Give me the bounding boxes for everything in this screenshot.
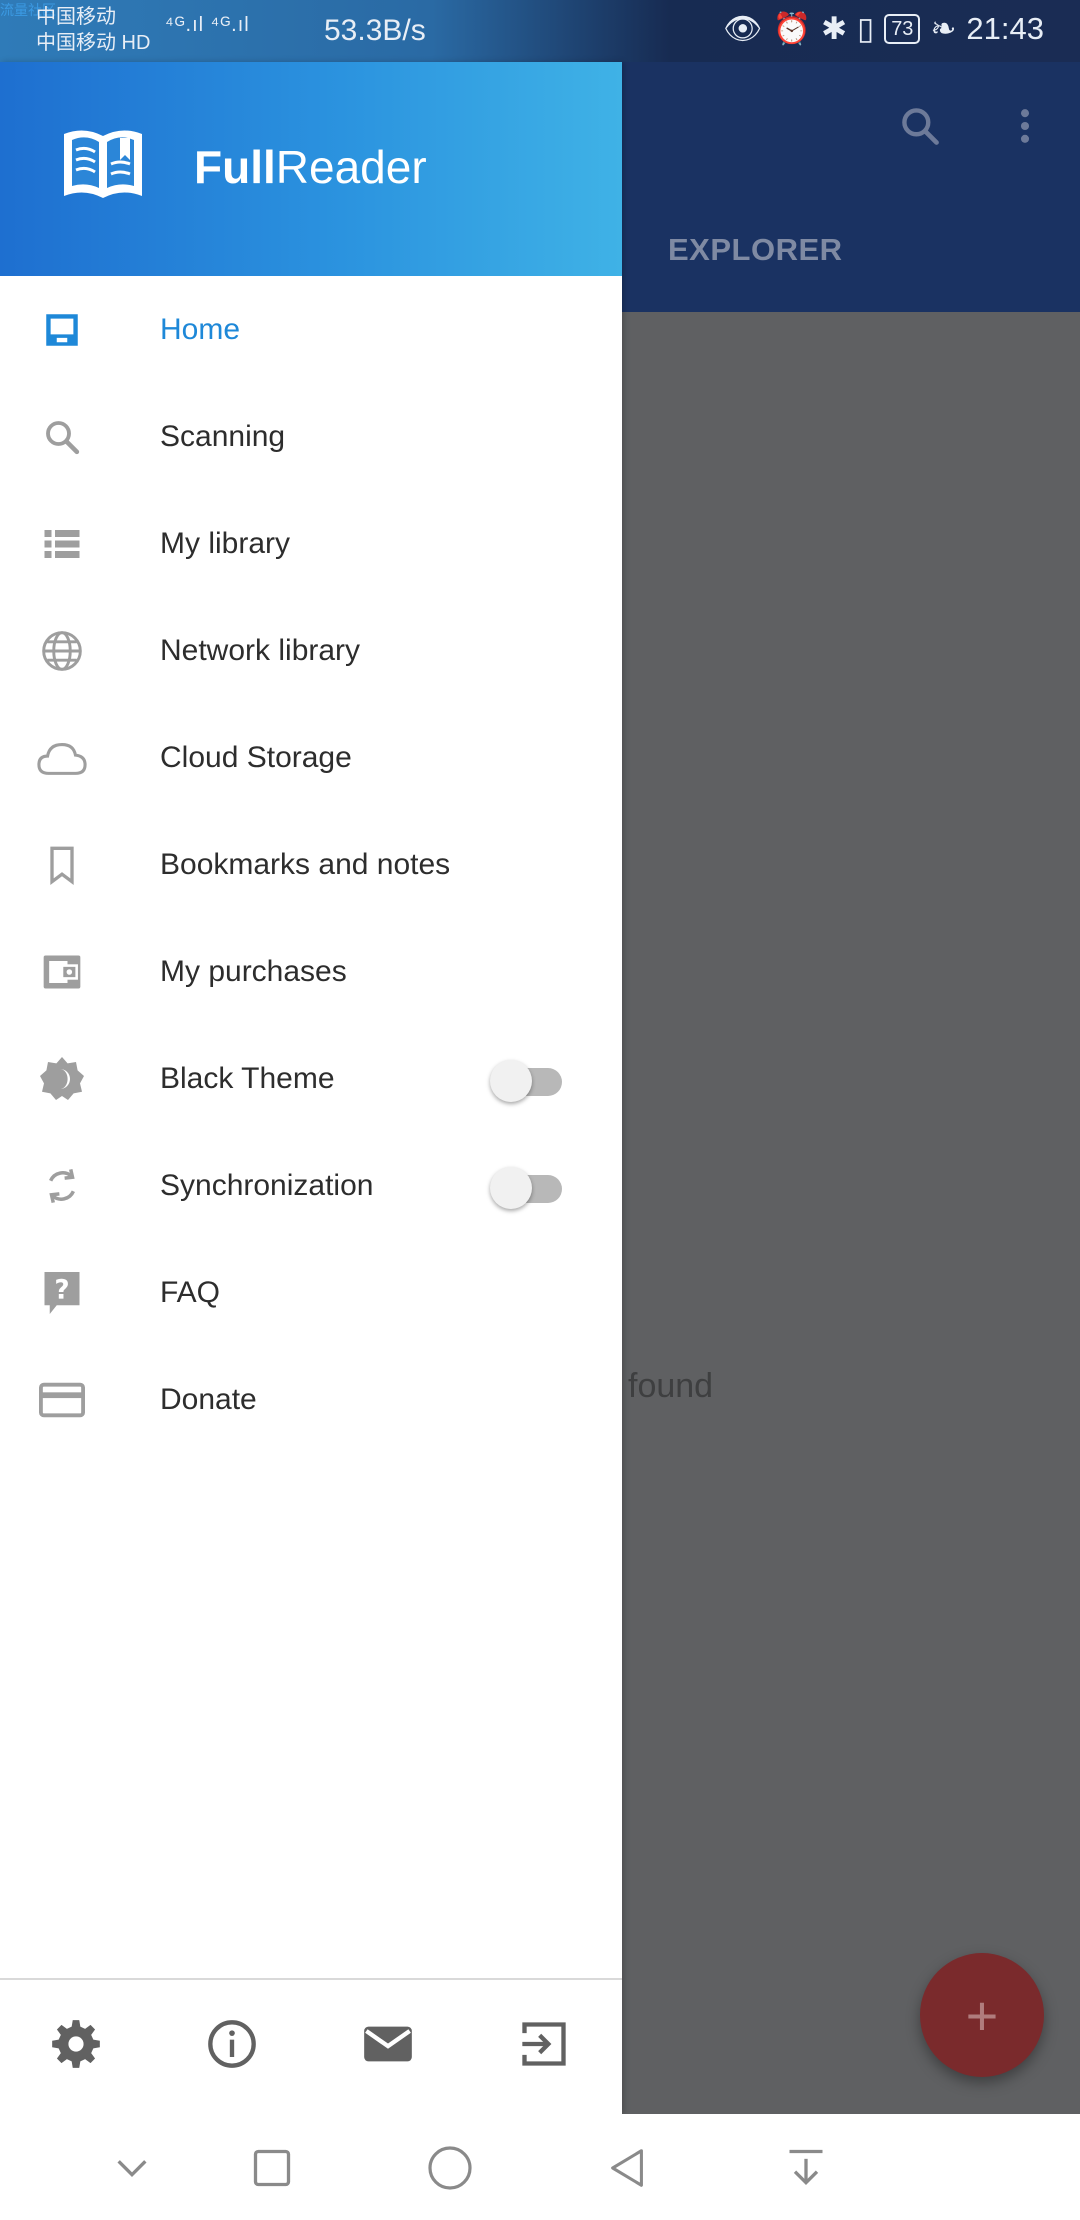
menu-label: Network library [160, 633, 361, 667]
globe-icon [36, 625, 88, 677]
menu-label: Synchronization [160, 1168, 374, 1202]
search-icon[interactable] [898, 104, 942, 148]
menu-item-black-theme[interactable]: Black Theme [0, 1025, 622, 1132]
exit-button[interactable] [514, 2014, 574, 2074]
home-icon [428, 2146, 472, 2190]
navigation-drawer: FullReader Home Scanning My library Netw… [0, 62, 622, 2114]
add-fab-button[interactable]: + [920, 1953, 1044, 2077]
exit-icon [522, 2022, 566, 2066]
menu-item-network-library[interactable]: Network library [0, 597, 622, 704]
menu-item-my-purchases[interactable]: My purchases [0, 918, 622, 1025]
alarm-icon: ⏰ [772, 11, 812, 46]
menu-label: Home [160, 312, 241, 346]
recent-apps-button[interactable] [244, 2140, 300, 2196]
leaf-icon: ❧ [930, 10, 957, 46]
book-logo-icon [64, 130, 142, 198]
cloud-icon [36, 732, 88, 784]
menu-label: My purchases [160, 954, 347, 988]
drawer-menu: Home Scanning My library Network library… [0, 276, 622, 1453]
recent-apps-icon [253, 2149, 291, 2187]
settings-button[interactable] [46, 2014, 106, 2074]
sync-icon [36, 1160, 88, 1212]
wallet-icon [36, 946, 88, 998]
net-speed: 53.3B/s [324, 14, 426, 47]
menu-item-donate[interactable]: Donate [0, 1346, 622, 1453]
menu-label: My library [160, 526, 291, 560]
empty-state-text: found [628, 1367, 714, 1405]
theme-icon [36, 1053, 88, 1105]
credit-card-icon [36, 1374, 88, 1426]
toggle-thumb [490, 1166, 532, 1209]
back-button[interactable] [600, 2140, 656, 2196]
menu-item-faq[interactable]: ? FAQ [0, 1239, 622, 1346]
back-icon [611, 2149, 643, 2187]
menu-label: Donate [160, 1382, 257, 1416]
search-icon [36, 411, 88, 463]
menu-item-cloud-storage[interactable]: Cloud Storage [0, 704, 622, 811]
drawer-header: FullReader [0, 62, 622, 276]
status-right: 👁 ⏰ ✱ ▯ 73 ❧ 21:43 [723, 10, 1044, 47]
black-theme-toggle[interactable] [490, 1059, 562, 1102]
more-vert-icon[interactable] [1010, 104, 1040, 148]
clock: 21:43 [966, 10, 1044, 46]
menu-item-synchronization[interactable]: Synchronization [0, 1132, 622, 1239]
app-name: FullReader [194, 141, 427, 193]
menu-label: FAQ [160, 1275, 221, 1309]
menu-label: Bookmarks and notes [160, 847, 451, 881]
system-nav-bar [0, 2114, 1080, 2220]
signal-icon: ⁴ᴳ.ıl ⁴ᴳ.ıl [165, 14, 250, 36]
chevron-down-icon [117, 2160, 147, 2178]
eye-icon: 👁 [723, 11, 763, 46]
notifications-button[interactable] [778, 2140, 834, 2196]
svg-text:?: ? [54, 1275, 69, 1305]
vibrate-icon: ▯ [857, 10, 875, 46]
settings-icon [52, 2020, 100, 2068]
bluetooth-icon: ✱ [821, 10, 848, 46]
notifications-pull-icon [789, 2149, 823, 2186]
info-icon [208, 2020, 256, 2068]
about-button[interactable] [202, 2014, 262, 2074]
carrier-info: 中国移动 中国移动 HD [36, 4, 150, 56]
bookmark-icon [36, 839, 88, 891]
mail-icon [364, 2026, 412, 2062]
drawer-footer [0, 1978, 622, 2116]
menu-item-bookmarks[interactable]: Bookmarks and notes [0, 811, 622, 918]
feedback-button[interactable] [358, 2014, 418, 2074]
tab-explorer[interactable]: EXPLORER [668, 232, 843, 268]
home-inbox-icon [36, 304, 88, 356]
carrier-2: 中国移动 HD [36, 32, 151, 54]
menu-label: Scanning [160, 419, 286, 453]
question-icon: ? [36, 1267, 88, 1319]
list-icon [36, 518, 88, 570]
menu-item-scanning[interactable]: Scanning [0, 383, 622, 490]
carrier-1: 中国移动 [36, 6, 116, 28]
synchronization-toggle[interactable] [490, 1166, 562, 1209]
battery-icon: 73 [884, 13, 921, 44]
menu-item-my-library[interactable]: My library [0, 490, 622, 597]
menu-label: Cloud Storage [160, 740, 352, 774]
home-button[interactable] [422, 2140, 478, 2196]
toggle-thumb [490, 1059, 532, 1102]
menu-label: Black Theme [160, 1061, 335, 1095]
menu-item-home[interactable]: Home [0, 276, 622, 383]
hide-nav-button[interactable] [104, 2140, 160, 2196]
status-bar: 流量社区 中国移动 中国移动 HD ⁴ᴳ.ıl ⁴ᴳ.ıl 53.3B/s 👁 … [0, 0, 1080, 62]
